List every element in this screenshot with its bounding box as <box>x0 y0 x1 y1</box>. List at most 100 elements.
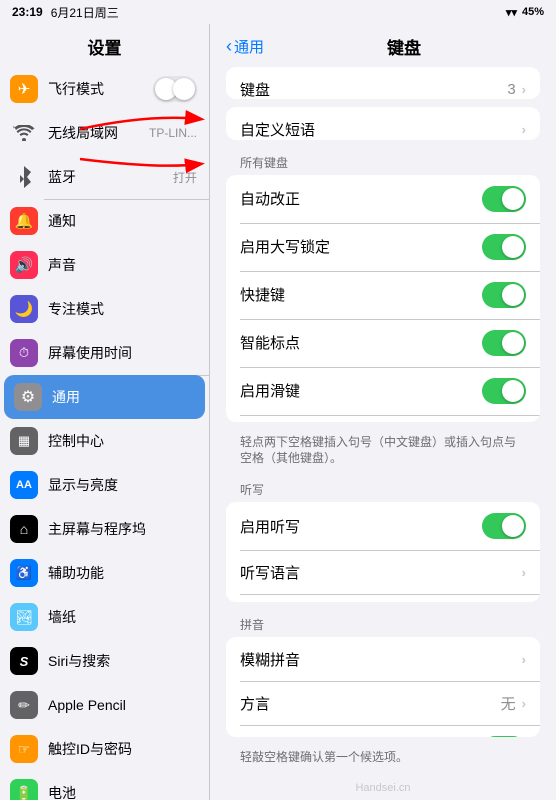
shortcut-keys-label: 快捷键 <box>240 284 482 305</box>
sidebar-label-bluetooth: 蓝牙 <box>48 167 163 187</box>
keyboards-label: 键盘 <box>240 79 507 100</box>
sidebar-item-battery[interactable]: 🔋 电池 <box>0 771 209 800</box>
sidebar-label-notification: 通知 <box>48 211 197 231</box>
main-layout: 设置 ✈ 飞行模式 无线局域网 TP-LIN... 蓝牙 打开 🔔 通 <box>0 24 556 800</box>
auto-correct-toggle[interactable] <box>482 186 526 212</box>
shortcuts-chevron-icon: › <box>522 122 526 137</box>
screentime-icon: ⏱ <box>10 339 38 367</box>
dialect-row[interactable]: 方言 无 › <box>226 681 540 725</box>
content-title: 键盘 <box>268 34 540 59</box>
sidebar-item-home[interactable]: ⌂ 主屏幕与程序坞 <box>0 507 209 551</box>
sidebar-label-wifi: 无线局域网 <box>48 123 139 143</box>
wifi-value: TP-LIN... <box>149 126 197 140</box>
sidebar-item-screentime[interactable]: ⏱ 屏幕使用时间 <box>0 331 209 375</box>
wifi-icon: ▾▾ <box>506 6 517 19</box>
applepencil-icon: ✏ <box>10 691 38 719</box>
space-confirm-toggle[interactable] <box>482 736 526 737</box>
pinyin-section-label: 拼音 <box>210 610 556 637</box>
auto-caps-label: 启用大写锁定 <box>240 236 482 257</box>
back-label[interactable]: 通用 <box>234 36 264 57</box>
sidebar-title: 设置 <box>0 24 209 67</box>
dictation-language-row[interactable]: 听写语言 › <box>226 550 540 594</box>
sidebar-item-accessibility[interactable]: ♿ 辅助功能 <box>0 551 209 595</box>
dictation-section-label: 听写 <box>210 475 556 502</box>
siri-icon: S <box>10 647 38 675</box>
sidebar-item-airplane[interactable]: ✈ 飞行模式 <box>0 67 209 111</box>
shortcut-keys-row[interactable]: 快捷键 <box>226 271 540 319</box>
sidebar-item-focus[interactable]: 🌙 专注模式 <box>0 287 209 331</box>
auto-correct-row[interactable]: 自动改正 <box>226 175 540 223</box>
sidebar-label-control: 控制中心 <box>48 431 197 451</box>
sidebar-item-notification[interactable]: 🔔 通知 <box>0 199 209 243</box>
sidebar: 设置 ✈ 飞行模式 无线局域网 TP-LIN... 蓝牙 打开 🔔 通 <box>0 24 210 800</box>
battery-icon: 🔋 <box>10 779 38 800</box>
custom-shortcuts-row[interactable]: 自定义短语 › <box>226 107 540 139</box>
smart-punctuation-label: 智能标点 <box>240 332 482 353</box>
custom-shortcuts-label: 自定义短语 <box>240 119 522 140</box>
auto-caps-toggle[interactable] <box>482 234 526 260</box>
airplane-icon: ✈ <box>10 75 38 103</box>
sidebar-label-general: 通用 <box>52 387 193 407</box>
fuzzy-pinyin-chevron-icon: › <box>522 652 526 667</box>
display-icon: AA <box>10 471 38 499</box>
home-icon: ⌂ <box>10 515 38 543</box>
smart-punctuation-toggle[interactable] <box>482 330 526 356</box>
period-shortcut-note: 轻点两下空格键插入句号（中文键盘）或插入句点与空格（其他键盘）。 <box>210 430 556 476</box>
enable-dictation-row[interactable]: 启用听写 <box>226 502 540 550</box>
dictation-language-label: 听写语言 <box>240 562 522 583</box>
content-header: ‹ 通用 键盘 <box>210 24 556 67</box>
bluetooth-value: 打开 <box>173 169 197 186</box>
sidebar-label-siri: Siri与搜索 <box>48 651 197 671</box>
time: 23:19 <box>12 5 43 19</box>
keyboards-chevron-icon: › <box>522 82 526 97</box>
sidebar-label-wallpaper: 墙纸 <box>48 607 197 627</box>
general-icon: ⚙ <box>14 383 42 411</box>
pinyin-group: 模糊拼音 › 方言 无 › 空格键确认 <box>226 637 540 737</box>
sidebar-label-accessibility: 辅助功能 <box>48 563 197 583</box>
sidebar-label-display: 显示与亮度 <box>48 475 197 495</box>
wallpaper-icon: 🏞 <box>10 603 38 631</box>
space-confirm-row[interactable]: 空格键确认 <box>226 725 540 737</box>
back-chevron-icon: ‹ <box>226 36 232 57</box>
sidebar-label-airplane: 飞行模式 <box>48 79 143 99</box>
dictation-privacy-row[interactable]: 关于听写与隐私... <box>226 594 540 602</box>
keyboards-value: 3 <box>507 81 515 98</box>
sidebar-label-sound: 声音 <box>48 255 197 275</box>
shortcut-keys-toggle[interactable] <box>482 282 526 308</box>
status-bar: 23:19 6月21日周三 ▾▾ 45% <box>0 0 556 24</box>
dialect-chevron-icon: › <box>522 696 526 711</box>
sidebar-item-siri[interactable]: S Siri与搜索 <box>0 639 209 683</box>
status-icons: ▾▾ 45% <box>506 6 544 19</box>
slide-typing-toggle[interactable] <box>482 378 526 404</box>
smart-punctuation-row[interactable]: 智能标点 <box>226 319 540 367</box>
sidebar-item-sound[interactable]: 🔊 声音 <box>0 243 209 287</box>
sidebar-item-general[interactable]: ⚙ 通用 <box>4 375 205 419</box>
sidebar-item-wallpaper[interactable]: 🏞 墙纸 <box>0 595 209 639</box>
floating-slide-row[interactable]: 在浮动键盘上滑行键入 <box>226 415 540 422</box>
sidebar-item-control[interactable]: ▦ 控制中心 <box>0 419 209 463</box>
slide-typing-label: 启用滑键 <box>240 380 482 401</box>
content-panel: ‹ 通用 键盘 键盘 3 › 自定义短语 › 所有键盘 自动改正 <box>210 24 556 800</box>
keyboards-row[interactable]: 键盘 3 › <box>226 67 540 99</box>
sidebar-label-home: 主屏幕与程序坞 <box>48 519 197 539</box>
enable-dictation-label: 启用听写 <box>240 516 482 537</box>
slide-typing-row[interactable]: 启用滑键 <box>226 367 540 415</box>
back-button[interactable]: ‹ 通用 <box>226 36 264 57</box>
sidebar-item-bluetooth[interactable]: 蓝牙 打开 <box>0 155 209 199</box>
accessibility-icon: ♿ <box>10 559 38 587</box>
sidebar-item-touchid[interactable]: ☞ 触控ID与密码 <box>0 727 209 771</box>
auto-caps-row[interactable]: 启用大写锁定 <box>226 223 540 271</box>
fuzzy-pinyin-row[interactable]: 模糊拼音 › <box>226 637 540 681</box>
enable-dictation-toggle[interactable] <box>482 513 526 539</box>
sidebar-item-wifi[interactable]: 无线局域网 TP-LIN... <box>0 111 209 155</box>
sidebar-item-applepencil[interactable]: ✏ Apple Pencil <box>0 683 209 727</box>
all-keyboards-group: 自动改正 启用大写锁定 快捷键 智能标点 启用滑键 在浮动键盘上滑行键入 <box>226 175 540 422</box>
sound-icon: 🔊 <box>10 251 38 279</box>
bluetooth-icon <box>10 163 38 191</box>
sidebar-label-focus: 专注模式 <box>48 299 197 319</box>
sidebar-label-screentime: 屏幕使用时间 <box>48 343 197 363</box>
notification-icon: 🔔 <box>10 207 38 235</box>
dictation-language-chevron-icon: › <box>522 565 526 580</box>
auto-correct-label: 自动改正 <box>240 188 482 209</box>
sidebar-item-display[interactable]: AA 显示与亮度 <box>0 463 209 507</box>
